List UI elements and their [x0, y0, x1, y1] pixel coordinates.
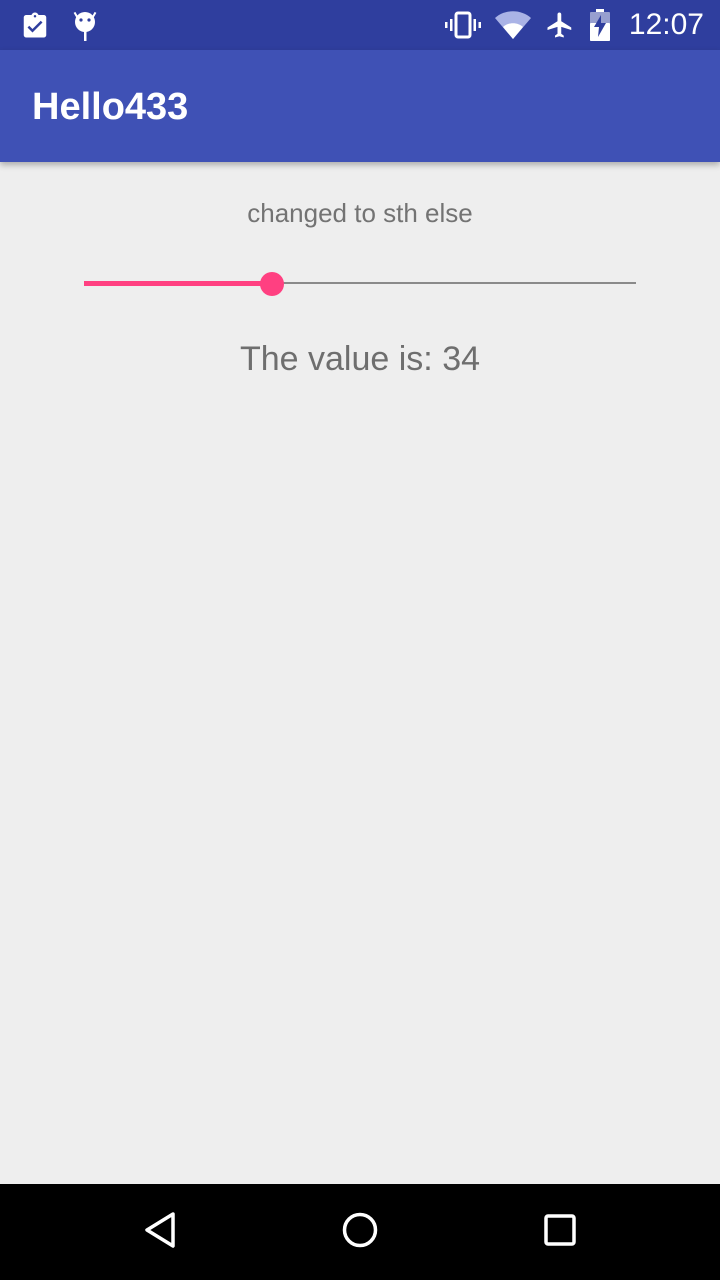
clipboard-check-icon: [20, 10, 50, 40]
recents-icon: [540, 1210, 580, 1254]
main-content: changed to sth else The value is: 34: [0, 162, 720, 1184]
value-slider[interactable]: [84, 262, 636, 306]
app-bar: Hello433: [0, 50, 720, 162]
status-clock: 12:07: [628, 8, 704, 41]
recents-button[interactable]: [536, 1208, 584, 1256]
subtitle-text: changed to sth else: [247, 198, 473, 228]
slider-thumb[interactable]: [259, 272, 284, 296]
airplane-icon: [545, 10, 575, 40]
app-title: Hello433: [32, 86, 189, 128]
home-button[interactable]: [336, 1208, 384, 1256]
home-icon: [340, 1210, 380, 1254]
status-bar: 12:07: [0, 0, 720, 50]
wifi-icon: [494, 10, 531, 40]
slider-fill: [84, 281, 272, 286]
value-label: The value is: 34: [239, 340, 481, 378]
battery-charging-icon: [589, 9, 611, 41]
back-icon: [140, 1210, 180, 1254]
back-button[interactable]: [136, 1208, 184, 1256]
android-icon: [72, 8, 98, 42]
navigation-bar: [0, 1184, 720, 1280]
vibrate-icon: [444, 10, 481, 40]
